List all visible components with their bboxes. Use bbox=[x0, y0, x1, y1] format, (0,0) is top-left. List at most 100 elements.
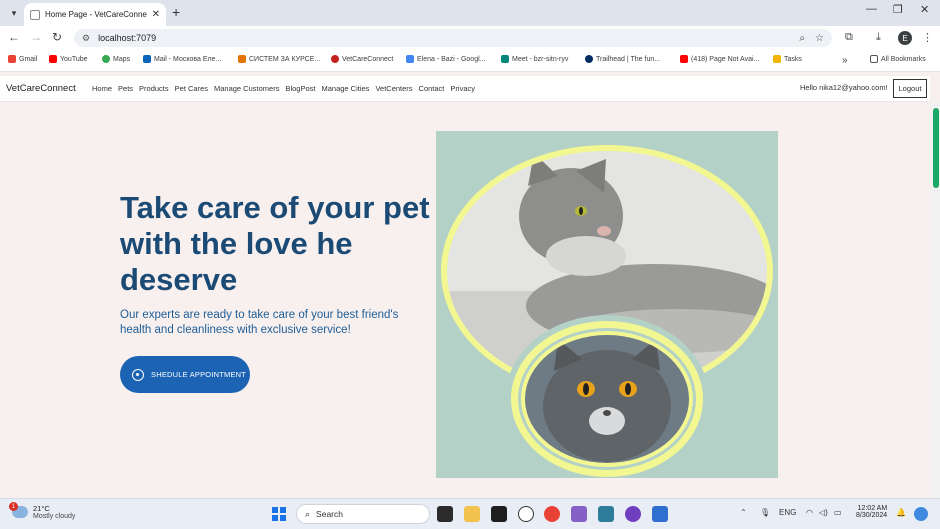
site-info-icon[interactable]: ⚙ bbox=[82, 33, 90, 44]
profile-avatar[interactable]: E bbox=[898, 31, 912, 45]
nav-vetcenters[interactable]: VetCenters bbox=[375, 84, 412, 93]
close-window-icon[interactable]: ✕ bbox=[920, 3, 929, 16]
bookmark-tasks[interactable]: Tasks bbox=[773, 55, 802, 63]
bookmarks-bar: Gmail YouTube Maps Mail - Москова Еле...… bbox=[0, 50, 940, 72]
reload-icon[interactable]: ↻ bbox=[52, 30, 62, 44]
clock-time: 12:02 AM bbox=[857, 505, 888, 512]
notification-bell-icon[interactable]: 🔔 bbox=[896, 508, 906, 517]
browser-tab-bar: ▾ Home Page - VetCareConnect ✕ + — ❐ ✕ bbox=[0, 0, 940, 26]
youtube-icon bbox=[49, 55, 57, 63]
task-view-icon[interactable] bbox=[437, 506, 453, 522]
copilot-icon[interactable] bbox=[914, 507, 928, 521]
vetcare-icon bbox=[331, 55, 339, 63]
zoom-icon[interactable]: ⌕ bbox=[799, 33, 805, 44]
nav-products[interactable]: Products bbox=[139, 84, 169, 93]
notepad-icon[interactable] bbox=[598, 506, 614, 522]
weather-cloud-icon: 1 bbox=[9, 502, 28, 518]
windows-start-icon[interactable] bbox=[272, 507, 286, 521]
nav-blogpost[interactable]: BlogPost bbox=[285, 84, 315, 93]
temperature: 21°C bbox=[33, 504, 50, 513]
youtube-icon bbox=[680, 55, 688, 63]
tab-search-icon[interactable]: ▾ bbox=[6, 5, 22, 21]
more-bookmarks-icon[interactable]: » bbox=[842, 55, 848, 66]
nav-home[interactable]: Home bbox=[92, 84, 112, 93]
cta-label: SHEDULE APPOINTMENT bbox=[151, 370, 247, 379]
taskbar-search[interactable]: ⌕ Search bbox=[296, 504, 430, 524]
bookmark-gmail[interactable]: Gmail bbox=[8, 55, 37, 63]
photos-icon[interactable] bbox=[652, 506, 668, 522]
forward-icon[interactable]: → bbox=[30, 30, 42, 44]
hero-title: Take care of your pet with the love he d… bbox=[120, 190, 430, 297]
tasks-icon bbox=[773, 55, 781, 63]
nav-privacy[interactable]: Privacy bbox=[450, 84, 475, 93]
url-text[interactable]: localhost:7079 bbox=[98, 33, 789, 43]
nav-links: Home Pets Products Pet Cares Manage Cust… bbox=[92, 84, 475, 93]
scrollbar-thumb[interactable] bbox=[933, 108, 939, 188]
schedule-appointment-button[interactable]: SHEDULE APPOINTMENT bbox=[120, 356, 250, 393]
file-explorer-icon[interactable] bbox=[464, 506, 480, 522]
search-label: Search bbox=[316, 509, 343, 519]
nav-manage-cities[interactable]: Manage Cities bbox=[321, 84, 369, 93]
wifi-icon[interactable]: ◠ bbox=[806, 508, 813, 517]
terminal-icon[interactable] bbox=[491, 506, 507, 522]
nav-contact[interactable]: Contact bbox=[419, 84, 445, 93]
gmail-icon bbox=[8, 55, 16, 63]
hero-cat-image bbox=[436, 131, 778, 478]
bookmark-youtube[interactable]: YouTube bbox=[49, 55, 88, 63]
clock-date: 8/30/2024 bbox=[856, 512, 888, 519]
bookmark-page-not-available[interactable]: (418) Page Not Avai... bbox=[680, 55, 759, 63]
soccer-app-icon[interactable] bbox=[518, 506, 534, 522]
back-icon[interactable]: ← bbox=[8, 30, 20, 44]
bookmark-mail[interactable]: Mail - Москова Еле... bbox=[143, 55, 221, 63]
browser-tab[interactable]: Home Page - VetCareConnect ✕ bbox=[24, 3, 166, 26]
whatsapp-icon bbox=[132, 368, 144, 381]
volume-icon[interactable]: ◁) bbox=[819, 508, 828, 517]
notification-badge: 1 bbox=[9, 502, 18, 511]
bookmark-meet[interactable]: Meet - bzr-sitn-ryv bbox=[501, 55, 568, 63]
system-clock[interactable]: 12:02 AM 8/30/2024 bbox=[856, 505, 887, 519]
tab-close-icon[interactable]: ✕ bbox=[152, 9, 160, 20]
new-tab-icon[interactable]: + bbox=[172, 4, 180, 20]
all-bookmarks[interactable]: All Bookmarks bbox=[870, 55, 926, 63]
cat-illustration bbox=[436, 131, 778, 478]
nav-manage-customers[interactable]: Manage Customers bbox=[214, 84, 279, 93]
battery-icon[interactable]: ▭ bbox=[834, 508, 842, 517]
meet-icon bbox=[501, 55, 509, 63]
bookmark-elena-bazi[interactable]: Elena - Bazi - Googl... bbox=[406, 55, 485, 63]
language-indicator[interactable]: ENG bbox=[779, 508, 796, 517]
bookmark-star-icon[interactable]: ☆ bbox=[815, 33, 824, 44]
address-bar[interactable]: ⚙ localhost:7079 ⌕ ☆ bbox=[74, 29, 832, 47]
search-icon: ⌕ bbox=[305, 508, 311, 519]
weather-widget[interactable]: 1 21°C Mostly cloudy bbox=[9, 502, 76, 520]
bookmark-vetcareconnect[interactable]: VetCareConnect bbox=[331, 55, 393, 63]
docs-icon bbox=[406, 55, 414, 63]
bookmark-maps[interactable]: Maps bbox=[102, 55, 130, 63]
visual-studio-icon[interactable] bbox=[571, 506, 587, 522]
nav-pet-cares[interactable]: Pet Cares bbox=[175, 84, 208, 93]
weather-condition: Mostly cloudy bbox=[33, 513, 76, 520]
microphone-icon[interactable]: 🎙 bbox=[760, 508, 770, 517]
github-desktop-icon[interactable] bbox=[625, 506, 641, 522]
page-favicon-icon bbox=[30, 9, 40, 20]
restore-icon[interactable]: ❐ bbox=[893, 3, 903, 16]
folder-icon bbox=[870, 55, 878, 63]
site-brand[interactable]: VetCareConnect bbox=[6, 83, 76, 94]
browser-toolbar: ← → ↻ ⚙ localhost:7079 ⌕ ☆ ⧉ ⤓ E ⋮ bbox=[0, 26, 940, 50]
user-greeting: Hello nika12@yahoo.com! bbox=[800, 83, 888, 92]
extensions-icon[interactable]: ⧉ bbox=[845, 31, 853, 44]
site-icon bbox=[238, 55, 246, 63]
tab-title: Home Page - VetCareConnect bbox=[45, 10, 147, 19]
windows-taskbar: 1 21°C Mostly cloudy ⌕ Search ⌃ 🎙 ENG ◠ … bbox=[0, 498, 940, 529]
trailhead-icon bbox=[585, 55, 593, 63]
logout-button[interactable]: Logout bbox=[893, 79, 927, 98]
chrome-icon[interactable] bbox=[544, 506, 560, 522]
site-navbar: VetCareConnect Home Pets Products Pet Ca… bbox=[0, 76, 930, 102]
maps-icon bbox=[102, 55, 110, 63]
nav-pets[interactable]: Pets bbox=[118, 84, 133, 93]
bookmark-sistem[interactable]: СИСТЕМ ЗА КУРСЕ... bbox=[238, 55, 320, 63]
downloads-icon[interactable]: ⤓ bbox=[876, 31, 881, 44]
menu-icon[interactable]: ⋮ bbox=[922, 31, 933, 44]
bookmark-trailhead[interactable]: Trailhead | The fun... bbox=[585, 55, 660, 63]
minimize-icon[interactable]: — bbox=[866, 3, 877, 15]
show-hidden-icons[interactable]: ⌃ bbox=[740, 508, 747, 517]
